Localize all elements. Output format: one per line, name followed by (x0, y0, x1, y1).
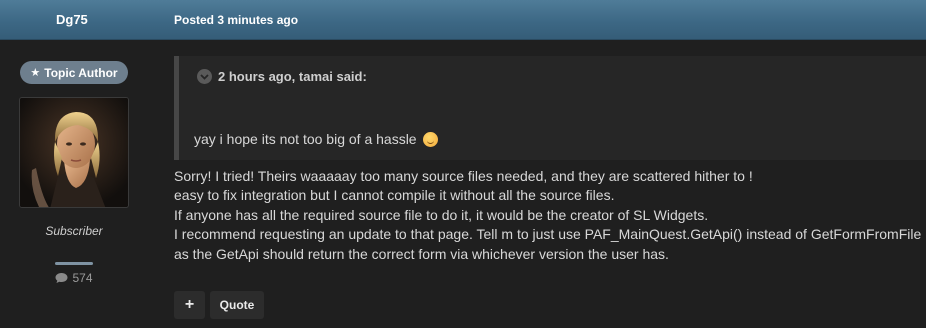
author-name-link[interactable]: Dg75 (56, 12, 88, 27)
post-content: Sorry! I tried! Theirs waaaaay too many … (174, 167, 926, 264)
content-count[interactable]: 574 (0, 271, 148, 285)
avatar-image (20, 98, 128, 207)
smiling-face-icon (422, 131, 438, 147)
avatar[interactable] (19, 97, 129, 208)
member-role: Subscriber (45, 224, 103, 238)
quote-body: yay i hope its not too big of a hassle (194, 131, 438, 147)
post-timestamp[interactable]: Posted 3 minutes ago (174, 13, 298, 27)
post-line: as the GetApi should return the correct … (174, 245, 669, 262)
quote-citation-text: 2 hours ago, tamai said: (218, 69, 367, 84)
quote-citation[interactable]: 2 hours ago, tamai said: (197, 69, 367, 84)
quote-block: 2 hours ago, tamai said: yay i hope its … (174, 56, 926, 160)
post-header: Dg75 Posted 3 minutes ago (0, 0, 926, 40)
multiquote-button[interactable]: + (174, 291, 205, 319)
topic-author-badge: ★ Topic Author (20, 61, 128, 84)
badge-label: Topic Author (44, 65, 118, 80)
post-line: If anyone has all the required source fi… (174, 206, 709, 223)
quote-button[interactable]: Quote (210, 291, 264, 319)
quote-text: yay i hope its not too big of a hassle (194, 131, 417, 147)
post-line: I recommend requesting an update to that… (174, 226, 922, 243)
post-line: easy to fix integration but I cannot com… (174, 187, 615, 204)
chevron-down-icon[interactable] (197, 69, 212, 84)
content-count-value: 574 (72, 271, 93, 285)
comment-icon (55, 273, 68, 283)
star-icon: ★ (30, 67, 41, 79)
rank-divider (55, 262, 93, 265)
post-line: Sorry! I tried! Theirs waaaaay too many … (174, 168, 753, 184)
